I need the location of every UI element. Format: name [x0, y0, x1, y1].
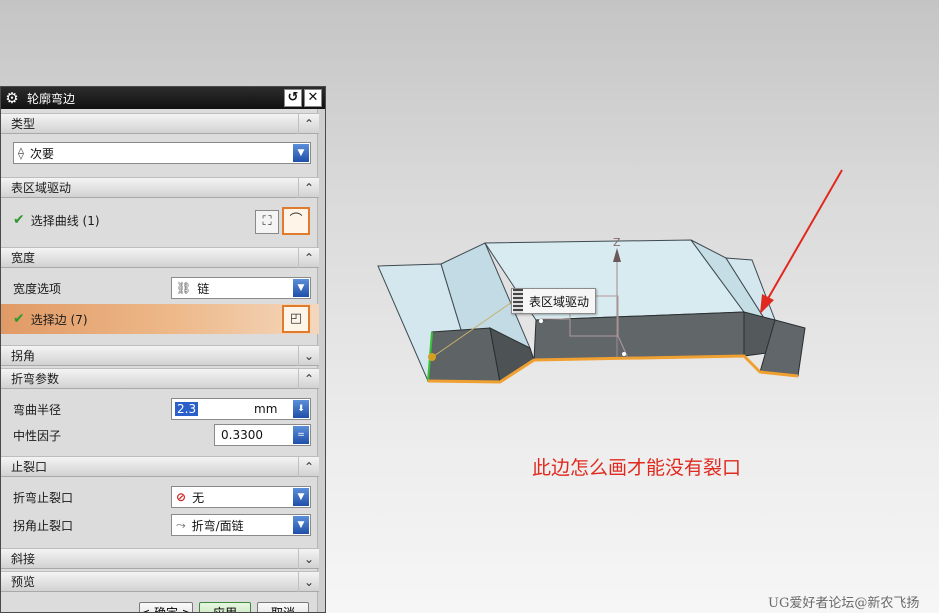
width-option-value: 链 — [197, 281, 210, 296]
section-miter-label: 斜接 — [11, 552, 36, 566]
select-curve-label: 选择曲线 (1) — [30, 213, 100, 228]
section-bend-params-label: 折弯参数 — [11, 372, 60, 386]
dialog-titlebar[interactable]: ⚙ 轮廓弯边 ↺ ✕ — [1, 87, 325, 109]
bend-radius-unit: mm — [254, 402, 278, 416]
select-edge-label: 选择边 (7) — [30, 312, 88, 327]
type-select-value: 次要 — [29, 146, 54, 161]
section-relief-header[interactable]: 止裂口 ⌃ — [1, 456, 319, 477]
watermark: UG爱好者论坛@新农飞扬 — [768, 596, 920, 611]
check-icon: ✔ — [13, 311, 25, 327]
chevron-up-icon[interactable]: ⌃ — [298, 114, 319, 134]
bend-radius-value[interactable]: 2.3 — [175, 402, 199, 416]
contour-flange-dialog: ⚙ 轮廓弯边 ↺ ✕ 类型 ⌃ ⟠ 次要 ▼ 表区域驱动 ⌃ ✔ 选择曲线 (1… — [0, 86, 326, 613]
width-option-select[interactable]: ⛓ 链 ▼ — [171, 277, 311, 299]
cancel-button[interactable]: 取消 — [257, 602, 309, 612]
cube-edge-icon[interactable]: ◰ — [282, 305, 310, 333]
section-width-label: 宽度 — [11, 251, 36, 265]
no-icon: ⊘ — [176, 490, 187, 504]
chevron-down-icon[interactable]: ▼ — [293, 144, 309, 162]
tooltip-surface-drive: 表区域驱动 — [511, 288, 597, 314]
type-select[interactable]: ⟠ 次要 ▼ — [13, 142, 311, 164]
section-surface-drive-header[interactable]: 表区域驱动 ⌃ — [1, 177, 319, 198]
flange-type-icon: ⟠ — [18, 146, 24, 160]
check-icon: ✔ — [13, 212, 25, 228]
annotation-text: 此边怎么画才能没有裂口 — [532, 457, 742, 479]
chevron-down-icon[interactable]: ▼ — [293, 488, 309, 506]
gear-icon[interactable]: ⚙ — [3, 89, 21, 107]
chevron-down-icon[interactable]: ▼ — [293, 516, 309, 534]
chevron-up-icon[interactable]: ⌃ — [298, 457, 319, 477]
bend-face-chain-icon: ⤳ — [176, 517, 186, 532]
chain-icon: ⛓ — [176, 281, 192, 295]
datum-point — [428, 353, 436, 361]
curve-select-icon[interactable]: ⌒ — [282, 207, 310, 235]
corner-relief-label: 拐角止裂口 — [13, 518, 74, 533]
chevron-down-icon[interactable]: ▼ — [293, 279, 309, 297]
section-preview-label: 预览 — [11, 575, 36, 589]
bend-relief-label: 折弯止裂口 — [13, 490, 74, 505]
corner-relief-select[interactable]: ⤳ 折弯/面链 ▼ — [171, 514, 311, 536]
chevron-up-icon[interactable]: ⌃ — [298, 369, 319, 389]
chevron-down-icon[interactable]: ⌄ — [298, 549, 319, 569]
tooltip-text: 表区域驱动 — [529, 294, 590, 309]
neutral-factor-field[interactable]: 0.3300 = — [214, 424, 311, 446]
dropdown-arrow-icon[interactable]: ⬇ — [293, 400, 309, 418]
corner-relief-value: 折弯/面链 — [191, 518, 244, 533]
grip-icon — [513, 289, 523, 313]
close-button[interactable]: ✕ — [304, 89, 322, 107]
apply-button[interactable]: 应用 — [199, 602, 251, 612]
width-option-label: 宽度选项 — [13, 281, 62, 296]
model-wall-left — [427, 327, 501, 383]
equals-icon[interactable]: = — [293, 426, 309, 444]
section-miter-header[interactable]: 斜接 ⌄ — [1, 548, 319, 569]
reset-button[interactable]: ↺ — [284, 89, 302, 107]
section-preview-header[interactable]: 预览 ⌄ — [1, 571, 319, 592]
section-surface-drive-label: 表区域驱动 — [11, 181, 72, 195]
section-type-header[interactable]: 类型 ⌃ — [1, 113, 319, 134]
chevron-down-icon[interactable]: ⌄ — [298, 346, 319, 366]
neutral-factor-label: 中性因子 — [13, 428, 62, 443]
select-edge-row[interactable]: ✔ 选择边 (7) — [1, 304, 319, 334]
bend-relief-select[interactable]: ⊘ 无 ▼ — [171, 486, 311, 508]
chevron-down-icon[interactable]: ⌄ — [298, 572, 319, 592]
z-axis-label: Z — [613, 236, 621, 249]
bend-radius-label: 弯曲半径 — [13, 402, 62, 417]
chevron-up-icon[interactable]: ⌃ — [298, 178, 319, 198]
section-type-label: 类型 — [11, 117, 36, 131]
dialog-title: 轮廓弯边 — [27, 91, 76, 106]
section-corner-label: 拐角 — [11, 349, 36, 363]
section-width-header[interactable]: 宽度 ⌃ — [1, 247, 319, 268]
sketch-section-icon[interactable]: ⛶ — [255, 210, 279, 234]
section-relief-label: 止裂口 — [11, 460, 48, 474]
section-corner-header[interactable]: 拐角 ⌄ — [1, 345, 319, 366]
annotation-arrow — [765, 169, 843, 303]
neutral-factor-value[interactable]: 0.3300 — [221, 428, 263, 442]
section-bend-params-header[interactable]: 折弯参数 ⌃ — [1, 368, 319, 389]
bend-radius-field[interactable]: 2.3 mm ⬇ — [171, 398, 311, 420]
ok-button[interactable]: < 确定 > — [139, 602, 193, 612]
chevron-up-icon[interactable]: ⌃ — [298, 248, 319, 268]
bend-relief-value: 无 — [192, 490, 205, 505]
